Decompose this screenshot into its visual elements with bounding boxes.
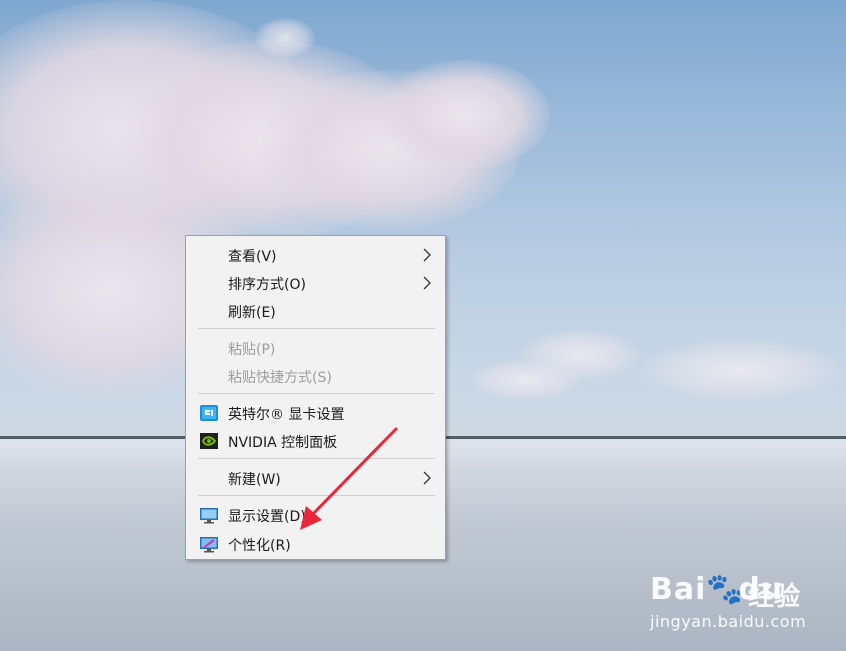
context-menu: 查看(V) 排序方式(O) 刷新(E) 粘贴(P) 粘贴快捷方式(S) 英特尔®… [185, 235, 446, 560]
menu-separator [198, 393, 435, 394]
menu-separator [198, 495, 435, 496]
cloud [640, 340, 840, 400]
menu-item-sort-by[interactable]: 排序方式(O) [186, 270, 445, 296]
menu-item-label: 排序方式(O) [228, 277, 306, 293]
nvidia-icon [200, 433, 218, 449]
cloud [470, 360, 580, 400]
watermark-url: jingyan.baidu.com [650, 612, 807, 631]
menu-item-refresh[interactable]: 刷新(E) [186, 298, 445, 324]
chevron-right-icon [423, 471, 431, 485]
personalize-icon [200, 537, 218, 553]
menu-item-label: 粘贴快捷方式(S) [228, 370, 332, 386]
cloud [255, 18, 315, 58]
menu-item-personalize[interactable]: 个性化(R) [186, 531, 445, 557]
paw-icon: 🐾 [706, 572, 745, 607]
baidu-jingyan-watermark: Bai🐾du 经验 jingyan.baidu.com [650, 560, 840, 640]
menu-separator [198, 328, 435, 329]
menu-item-label: NVIDIA 控制面板 [228, 435, 338, 451]
menu-item-label: 刷新(E) [228, 305, 276, 321]
menu-item-label: 查看(V) [228, 249, 277, 265]
menu-item-label: 英特尔® 显卡设置 [228, 407, 345, 423]
menu-item-intel-graphics[interactable]: 英特尔® 显卡设置 [186, 400, 445, 426]
menu-item-paste[interactable]: 粘贴(P) [186, 335, 445, 361]
menu-item-label: 粘贴(P) [228, 342, 276, 358]
menu-separator [198, 458, 435, 459]
cloud [380, 60, 550, 170]
watermark-product: 经验 [748, 582, 801, 612]
chevron-right-icon [423, 248, 431, 262]
menu-item-new[interactable]: 新建(W) [186, 465, 445, 491]
chevron-right-icon [423, 276, 431, 290]
menu-item-display-settings[interactable]: 显示设置(D) [186, 502, 445, 528]
menu-item-nvidia-control-panel[interactable]: NVIDIA 控制面板 [186, 428, 445, 454]
menu-item-label: 个性化(R) [228, 538, 291, 554]
menu-item-paste-shortcut[interactable]: 粘贴快捷方式(S) [186, 363, 445, 389]
menu-item-label: 新建(W) [228, 472, 281, 488]
display-settings-icon [200, 508, 218, 524]
watermark-brand-text: Bai [650, 572, 707, 607]
menu-item-view[interactable]: 查看(V) [186, 242, 445, 268]
menu-item-label: 显示设置(D) [228, 509, 306, 525]
intel-graphics-icon [200, 405, 218, 421]
